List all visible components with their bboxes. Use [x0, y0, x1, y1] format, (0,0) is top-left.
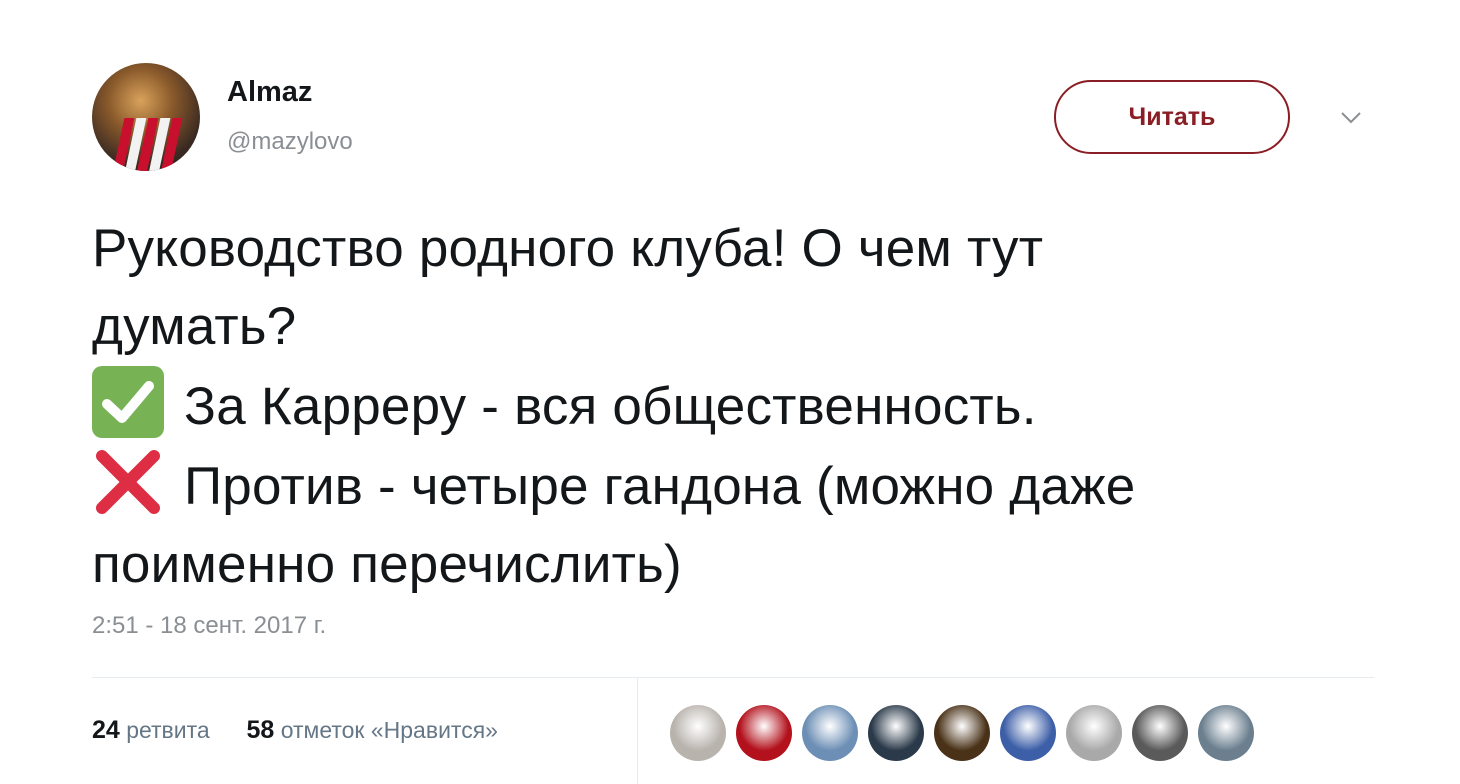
tweet-text-line: Руководство родного клуба! О чем тут — [92, 219, 1044, 278]
liker-avatar[interactable] — [934, 705, 990, 761]
liker-avatar[interactable] — [736, 705, 792, 761]
divider — [92, 677, 1374, 678]
likes-count: 58 — [246, 716, 275, 744]
liker-avatar[interactable] — [1066, 705, 1122, 761]
liker-avatar[interactable] — [670, 705, 726, 761]
liker-avatar[interactable] — [1132, 705, 1188, 761]
liker-avatars — [670, 705, 1254, 761]
tweet-card: Almaz @mazylovo Читать Руководство родно… — [0, 0, 1460, 784]
likes-label: отметок «Нравится» — [280, 717, 498, 743]
liker-avatar[interactable] — [1198, 705, 1254, 761]
author-handle[interactable]: @mazylovo — [227, 128, 353, 156]
tweet-text-against: Против - четыре гандона (можно даже — [184, 457, 1136, 516]
retweets-label: ретвита — [126, 717, 210, 743]
retweets-stat[interactable]: 24 ретвита — [92, 716, 216, 744]
tweet-text-line: поименно перечислить) — [92, 535, 682, 594]
likes-stat[interactable]: 58 отметок «Нравится» — [240, 716, 498, 744]
stats-divider — [637, 678, 638, 784]
cross-mark-icon — [92, 446, 164, 518]
tweet-text-line-against: Против - четыре гандона (можно даже — [92, 446, 1382, 526]
liker-avatar[interactable] — [1000, 705, 1056, 761]
tweet-text: Руководство родного клуба! О чем тут дум… — [92, 210, 1382, 604]
liker-avatar[interactable] — [802, 705, 858, 761]
retweets-count: 24 — [92, 716, 120, 744]
liker-avatar[interactable] — [868, 705, 924, 761]
tweet-text-for: За Карреру - вся общественность. — [184, 377, 1037, 436]
tweet-timestamp[interactable]: 2:51 - 18 сент. 2017 г. — [92, 612, 326, 640]
author-name[interactable]: Almaz — [227, 76, 312, 109]
author-avatar[interactable] — [92, 63, 200, 171]
chevron-down-icon[interactable] — [1340, 110, 1362, 126]
follow-button[interactable]: Читать — [1054, 80, 1290, 154]
white-heavy-check-mark-icon — [92, 366, 164, 438]
tweet-text-line-for: За Карреру - вся общественность. — [92, 366, 1382, 446]
tweet-stats: 24 ретвита 58 отметок «Нравится» — [92, 716, 498, 745]
tweet-text-line: думать? — [92, 297, 297, 356]
